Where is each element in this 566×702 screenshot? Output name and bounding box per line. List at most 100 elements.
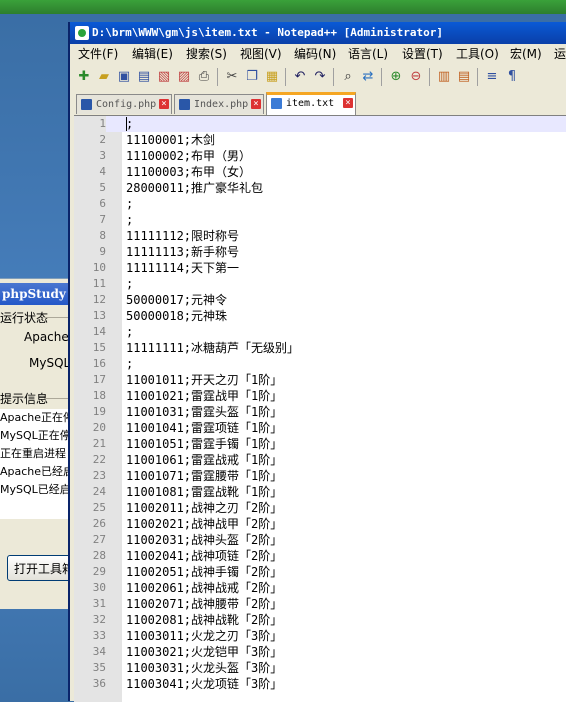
editor-line[interactable]: 30 11002061;战神战戒「2阶」	[74, 580, 566, 596]
editor-line[interactable]: 21 11001051;雷霆手镯「1阶」	[74, 436, 566, 452]
editor-line[interactable]: 8 11111112;限时称号	[74, 228, 566, 244]
editor-line[interactable]: 28 11002041;战神项链「2阶」	[74, 548, 566, 564]
new-file-icon[interactable]: ✚	[76, 69, 92, 85]
editor-line[interactable]: 19 11001031;雷霆头盔「1阶」	[74, 404, 566, 420]
replace-icon[interactable]: ⇄	[360, 69, 376, 85]
line-number: 20	[92, 421, 106, 434]
editor-line[interactable]: 3 11100002;布甲（男）	[74, 148, 566, 164]
menu-language[interactable]: 语言(L)	[348, 44, 388, 64]
editor-line[interactable]: 7;	[74, 212, 566, 228]
editor-line[interactable]: 5 28000011;推广豪华礼包	[74, 180, 566, 196]
menu-search[interactable]: 搜索(S)	[186, 44, 227, 64]
open-tools-button[interactable]: 打开工具箱	[7, 555, 70, 581]
menu-edit[interactable]: 编辑(E)	[132, 44, 173, 64]
toolbar-separator	[381, 68, 382, 86]
editor-line[interactable]: 11;	[74, 276, 566, 292]
title-bar[interactable]: D:\brm\WWW\gm\js\item.txt - Notepad++ [A…	[70, 22, 566, 44]
info-group-label: 提示信息	[0, 392, 49, 406]
editor-line[interactable]: 12 50000017;元神令	[74, 292, 566, 308]
cut-icon[interactable]: ✂	[224, 69, 240, 85]
close-tab-icon[interactable]: ×	[343, 98, 353, 108]
menu-view[interactable]: 视图(V)	[240, 44, 282, 64]
sync-horizontal-icon[interactable]: ▤	[456, 69, 472, 85]
open-file-icon[interactable]: ▰	[96, 69, 112, 85]
line-number: 4	[99, 165, 106, 178]
menu-run[interactable]: 运行	[554, 44, 566, 64]
line-number: 6	[99, 197, 106, 210]
log-line: Apache已经启	[0, 465, 70, 478]
editor-line[interactable]: 23 11001071;雷霆腰带「1阶」	[74, 468, 566, 484]
menu-encoding[interactable]: 编码(N)	[294, 44, 336, 64]
window-title: D:\brm\WWW\gm\js\item.txt - Notepad++ [A…	[92, 26, 443, 39]
menu-settings[interactable]: 设置(T)	[402, 44, 443, 64]
editor-line[interactable]: 2 11100001;木剑	[74, 132, 566, 148]
editor-line[interactable]: 22 11001061;雷霆战戒「1阶」	[74, 452, 566, 468]
divider	[44, 398, 70, 399]
editor-line[interactable]: 24 11001081;雷霆战靴「1阶」	[74, 484, 566, 500]
line-number: 22	[92, 453, 106, 466]
line-text: 11002081;战神战靴「2阶」	[126, 613, 283, 627]
editor-line[interactable]: 16;	[74, 356, 566, 372]
editor-line[interactable]: 14;	[74, 324, 566, 340]
menu-tools[interactable]: 工具(O)	[456, 44, 499, 64]
editor-line[interactable]: 35 11003031;火龙头盔「3阶」	[74, 660, 566, 676]
save-all-icon[interactable]: ▤	[136, 69, 152, 85]
editor-line[interactable]: 17 11001011;开天之刃「1阶」	[74, 372, 566, 388]
phpstudy-title: phpStudy 20	[0, 283, 70, 305]
menu-file[interactable]: 文件(F)	[78, 44, 118, 64]
editor-line[interactable]: 15 11111111;冰糖葫芦「无级别」	[74, 340, 566, 356]
save-icon[interactable]: ▣	[116, 69, 132, 85]
editor-line[interactable]: 18 11001021;雷霆战甲「1阶」	[74, 388, 566, 404]
line-number: 30	[92, 581, 106, 594]
print-icon[interactable]: ⎙	[196, 69, 212, 85]
editor-line[interactable]: 32 11002081;战神战靴「2阶」	[74, 612, 566, 628]
editor-line[interactable]: 29 11002051;战神手镯「2阶」	[74, 564, 566, 580]
zoom-in-icon[interactable]: ⊕	[388, 69, 404, 85]
tab-config-php[interactable]: Config.php ×	[76, 94, 172, 114]
editor-line[interactable]: 6;	[74, 196, 566, 212]
log-box[interactable]: Apache正在停 MySQL正在停 正在重启进程 Apache已经启 MySQ…	[0, 409, 70, 519]
editor-line[interactable]: 25 11002011;战神之刃「2阶」	[74, 500, 566, 516]
line-number: 28	[92, 549, 106, 562]
paste-icon[interactable]: ▦	[264, 69, 280, 85]
tab-item-txt[interactable]: item.txt ×	[266, 92, 356, 115]
word-wrap-icon[interactable]: ≡	[484, 69, 500, 85]
close-tab-icon[interactable]: ×	[251, 99, 261, 109]
line-number: 15	[92, 341, 106, 354]
editor-line[interactable]: 9 11111113;新手称号	[74, 244, 566, 260]
menu-macro[interactable]: 宏(M)	[510, 44, 542, 64]
line-number: 18	[92, 389, 106, 402]
notepadpp-app-icon	[75, 26, 89, 40]
line-text: 11002021;战神战甲「2阶」	[126, 517, 283, 531]
line-text: 11002071;战神腰带「2阶」	[126, 597, 283, 611]
editor-line[interactable]: 26 11002021;战神战甲「2阶」	[74, 516, 566, 532]
sync-vertical-icon[interactable]: ▥	[436, 69, 452, 85]
close-all-icon[interactable]: ▨	[176, 69, 192, 85]
editor-line[interactable]: 34 11003021;火龙铠甲「3阶」	[74, 644, 566, 660]
editor-line[interactable]: 27 11002031;战神头盔「2阶」	[74, 532, 566, 548]
editor-line[interactable]: 10 11111114;天下第一	[74, 260, 566, 276]
close-tab-icon[interactable]: ×	[159, 99, 169, 109]
tab-index-php[interactable]: Index.php ×	[174, 94, 264, 114]
editor-line[interactable]: 20 11001041;雷霆项链「1阶」	[74, 420, 566, 436]
show-all-chars-icon[interactable]: ¶	[504, 69, 520, 85]
close-file-icon[interactable]: ▧	[156, 69, 172, 85]
editor-line[interactable]: 31 11002071;战神腰带「2阶」	[74, 596, 566, 612]
toolbar-separator	[429, 68, 430, 86]
editor-line[interactable]: 33 11003011;火龙之刃「3阶」	[74, 628, 566, 644]
find-icon[interactable]: ⌕	[340, 69, 356, 85]
text-editor[interactable]: 1; 2 11100001;木剑 3 11100002;布甲（男） 4 11100003;布…	[74, 115, 566, 702]
copy-icon[interactable]: ❐	[244, 69, 260, 85]
line-text: 11111114;天下第一	[126, 261, 240, 275]
undo-icon[interactable]: ↶	[292, 69, 308, 85]
editor-line[interactable]: 36 11003041;火龙项链「3阶」	[74, 676, 566, 692]
zoom-out-icon[interactable]: ⊖	[408, 69, 424, 85]
editor-line[interactable]: 4 11100003;布甲（女）	[74, 164, 566, 180]
line-text: ;	[126, 357, 134, 371]
line-number: 1	[74, 116, 106, 132]
editor-line[interactable]: 1;	[74, 116, 566, 132]
line-text: ;	[126, 117, 134, 131]
line-number: 24	[92, 485, 106, 498]
editor-line[interactable]: 13 50000018;元神珠	[74, 308, 566, 324]
redo-icon[interactable]: ↷	[312, 69, 328, 85]
